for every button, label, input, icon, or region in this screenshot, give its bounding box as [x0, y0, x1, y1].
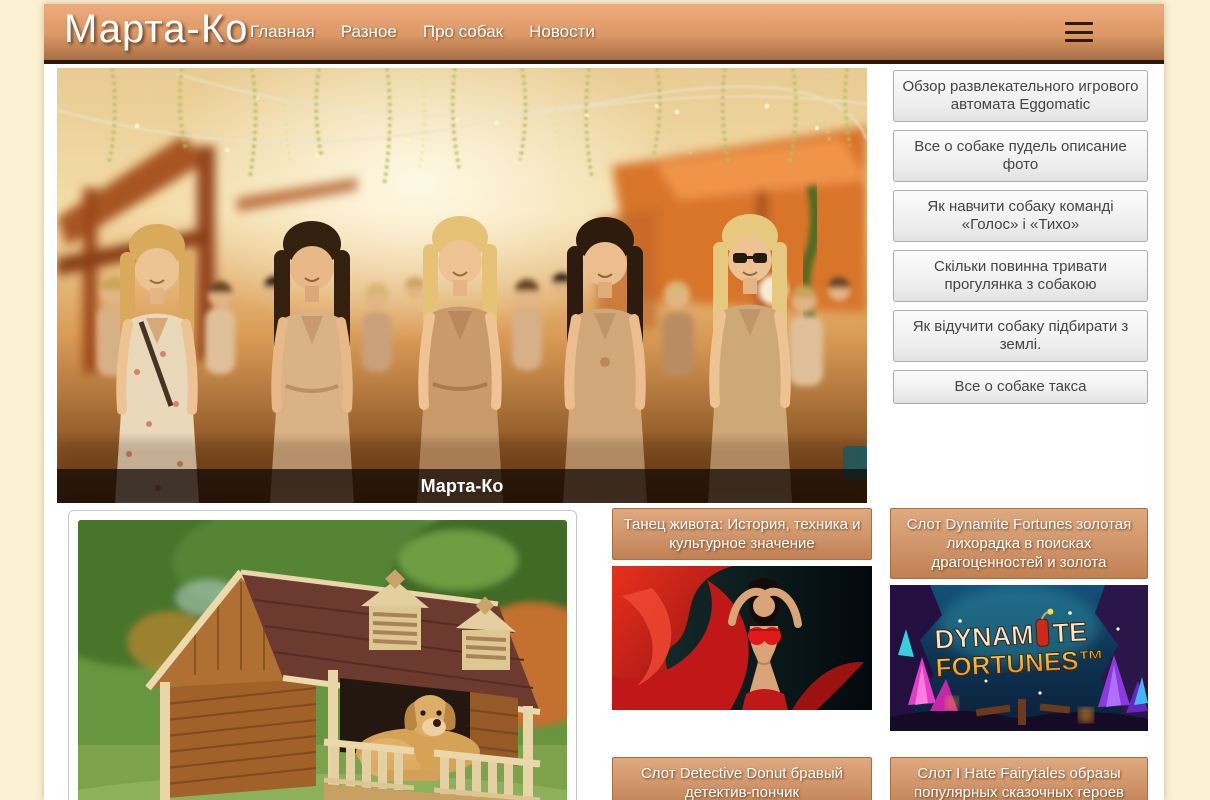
card-detective-donut: Слот Detective Donut бравый детектив-пон…	[612, 757, 872, 800]
sidebar-link-pickup-habit[interactable]: Як відучити собаку підбирати з землі.	[893, 310, 1148, 362]
belly-dance-photo	[612, 566, 872, 710]
card-detective-donut-title[interactable]: Слот Detective Donut бравый детектив-пон…	[612, 757, 872, 800]
page-background: Марта-Ко Главная Разное Про собак Новост…	[0, 0, 1210, 800]
nav-item-dogs[interactable]: Про собак	[423, 22, 503, 42]
nav-item-misc[interactable]: Разное	[341, 22, 397, 42]
main-nav: Главная Разное Про собак Новости	[250, 4, 595, 60]
dynamite-fortunes-photo: DYNAM TE FORTUNES™	[890, 585, 1148, 731]
card-dynamite-fortunes-title[interactable]: Слот Dynamite Fortunes золотая лихорадка…	[890, 508, 1148, 579]
card-fairytales-title[interactable]: Слот I Hate Fairytales образы популярных…	[890, 757, 1148, 800]
hero-caption: Марта-Ко	[57, 469, 867, 503]
card-fairytales: Слот I Hate Fairytales образы популярных…	[890, 757, 1148, 800]
sidebar-link-poodle[interactable]: Все о собаке пудель описание фото	[893, 130, 1148, 182]
sidebar-link-eggomatic[interactable]: Обзор развлекательного игрового автомата…	[893, 70, 1148, 122]
doghouse-photo	[78, 520, 567, 800]
sidebar-link-dachshund[interactable]: Все о собаке такса	[893, 370, 1148, 404]
card-belly-dance: Танец живота: История, техника и культур…	[612, 508, 872, 710]
sidebar-link-walk-duration[interactable]: Скільки повинна тривати прогулянка з соб…	[893, 250, 1148, 302]
card-belly-dance-image[interactable]	[612, 566, 872, 710]
hero-article-link[interactable]: Марта-Ко	[57, 68, 867, 503]
svg-text:TE: TE	[1052, 617, 1088, 649]
sidebar: Обзор развлекательного игрового автомата…	[893, 70, 1148, 412]
card-dynamite-fortunes: Слот Dynamite Fortunes золотая лихорадка…	[890, 508, 1148, 731]
hero-photo	[57, 68, 867, 503]
nav-item-news[interactable]: Новости	[529, 22, 595, 42]
sidebar-link-voice-command[interactable]: Як навчити собаку команді «Голос» і «Тих…	[893, 190, 1148, 242]
card-belly-dance-title[interactable]: Танец живота: История, техника и культур…	[612, 508, 872, 560]
site-logo[interactable]: Марта-Ко	[64, 7, 248, 52]
card-dynamite-fortunes-image[interactable]: DYNAM TE FORTUNES™	[890, 585, 1148, 731]
nav-item-home[interactable]: Главная	[250, 22, 315, 42]
doghouse-image-card[interactable]	[68, 510, 577, 800]
site-container: Марта-Ко Главная Разное Про собак Новост…	[44, 4, 1164, 800]
hamburger-menu-icon[interactable]	[1065, 22, 1093, 42]
site-header: Марта-Ко Главная Разное Про собак Новост…	[44, 4, 1164, 64]
